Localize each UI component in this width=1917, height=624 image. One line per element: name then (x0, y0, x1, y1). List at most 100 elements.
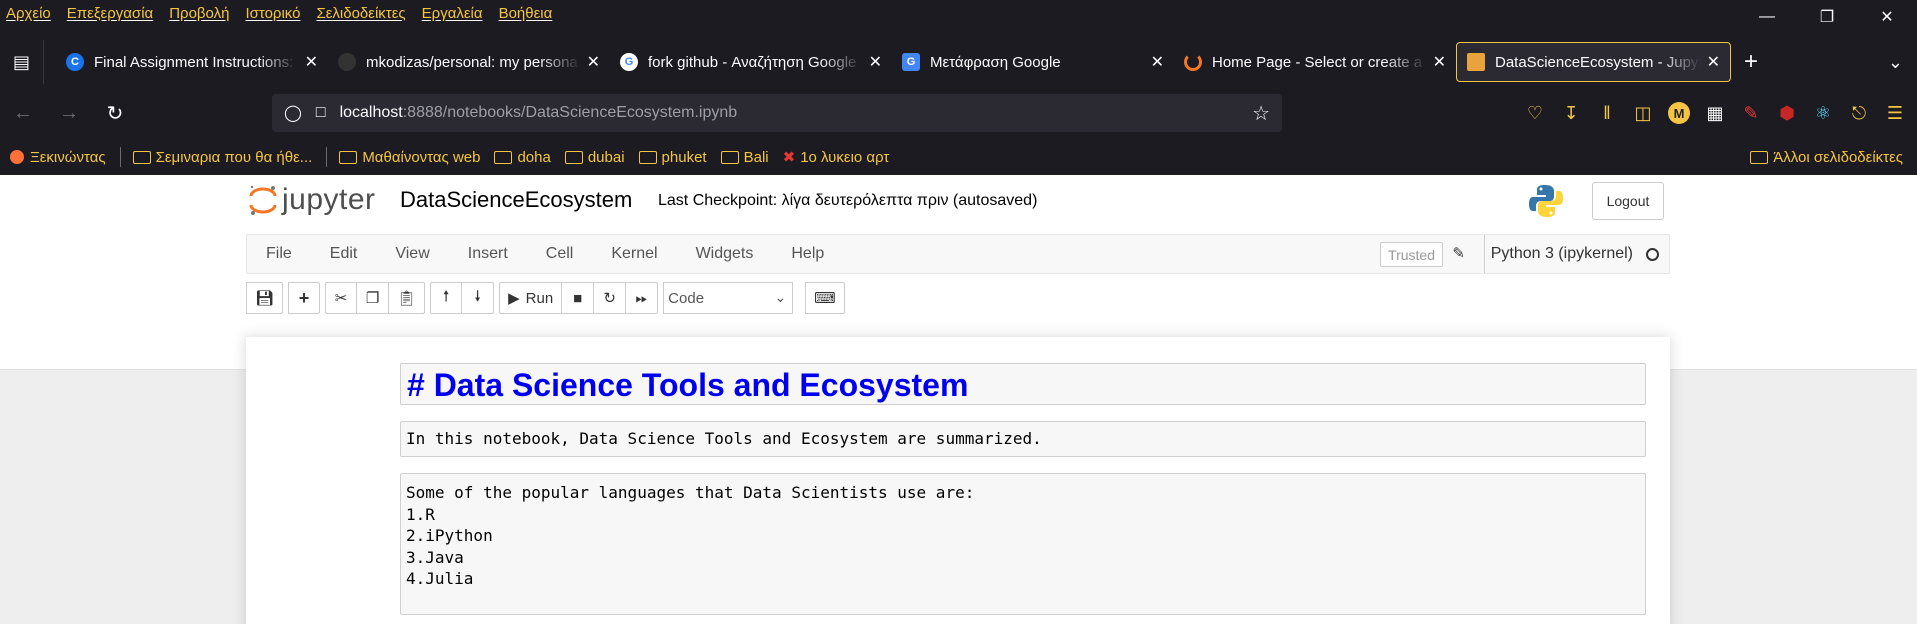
logout-button[interactable]: Logout (1592, 182, 1664, 220)
bookmark-folder-phuket[interactable]: phuket (638, 149, 707, 166)
menu-bookmarks[interactable]: Σελιδοδείκτες (316, 5, 405, 22)
cut-button[interactable]: ✂ (325, 282, 358, 314)
move-down-button[interactable]: 🠗 (462, 282, 495, 314)
nb-menu-view[interactable]: View (376, 245, 448, 263)
other-bookmarks[interactable]: Άλλοι σελιδοδείκτες (1750, 142, 1903, 172)
markdown-cell-languages[interactable]: Some of the popular languages that Data … (400, 473, 1646, 615)
extension-m-icon[interactable]: M (1668, 102, 1690, 124)
restore-icon[interactable]: ❐ (1797, 0, 1857, 34)
ublock-icon[interactable]: ⬢ (1769, 95, 1805, 131)
url-bar[interactable]: ◯ □ localhost:8888/notebooks/DataScience… (272, 94, 1282, 132)
reload-icon[interactable]: ↻ (92, 90, 138, 136)
intro-text: In this notebook, Data Science Tools and… (406, 429, 1042, 448)
jupyter-page: jupyter DataScienceEcosystem Last Checkp… (0, 175, 1917, 624)
notebook-container: # Data Science Tools and Ecosystem In th… (246, 337, 1670, 624)
save-button[interactable]: 💾︎ (246, 282, 284, 314)
jupyter-logo[interactable]: jupyter (248, 183, 376, 217)
bookmark-folder-web[interactable]: Μαθαίνοντας web (339, 149, 480, 166)
menu-history[interactable]: Ιστορικό (245, 5, 300, 22)
menu-help[interactable]: Βοήθεια (499, 5, 553, 22)
new-tab-icon[interactable]: + (1731, 48, 1771, 76)
page-icon[interactable]: □ (316, 104, 326, 122)
navigation-bar: ← → ↻ ◯ □ localhost:8888/notebooks/DataS… (0, 90, 1917, 136)
interrupt-button[interactable]: ■ (562, 282, 595, 314)
sidebar-icon[interactable]: ◫ (1625, 95, 1661, 131)
nb-menu-file[interactable]: File (247, 245, 311, 263)
back-icon[interactable]: ← (0, 90, 46, 136)
jupyter-logo-icon (249, 185, 277, 215)
jupyter-header: jupyter DataScienceEcosystem Last Checkp… (0, 175, 1917, 230)
bookmark-folder-doha[interactable]: doha (494, 149, 551, 166)
library-icon[interactable]: ‖ (1589, 95, 1625, 131)
nb-menu-cell[interactable]: Cell (527, 245, 593, 263)
markdown-cell-heading[interactable]: # Data Science Tools and Ecosystem (400, 363, 1646, 405)
nb-menu-insert[interactable]: Insert (449, 245, 527, 263)
downloads-icon[interactable]: ↧ (1553, 95, 1589, 131)
paste-button[interactable]: 📋︎ (389, 282, 426, 314)
heading-text: # Data Science Tools and Ecosystem (407, 367, 969, 403)
restart-run-all-button[interactable]: ⏩︎ (626, 282, 659, 314)
save-icon: 💾︎ (255, 290, 275, 307)
copy-button[interactable]: ❐ (357, 282, 390, 314)
paste-icon: 📋︎ (397, 290, 417, 307)
move-up-button[interactable]: 🠕 (430, 282, 463, 314)
arrow-up-icon: 🠕 (442, 287, 450, 305)
close-tab-icon[interactable]: ✕ (587, 52, 600, 72)
notebook-name[interactable]: DataScienceEcosystem (400, 187, 632, 213)
qr-code-icon[interactable]: ▦ (1697, 95, 1733, 131)
menu-tools[interactable]: Εργαλεία (422, 5, 483, 22)
chevron-down-icon: ⌄ (774, 289, 787, 305)
list-all-tabs-icon[interactable]: ⌄ (1888, 52, 1903, 73)
nb-menu-widgets[interactable]: Widgets (677, 245, 773, 263)
insert-cell-button[interactable]: + (288, 282, 321, 314)
nb-menu-edit[interactable]: Edit (311, 245, 377, 263)
menu-edit[interactable]: Επεξεργασία (67, 5, 153, 22)
fast-forward-icon: ⏩︎ (635, 289, 648, 307)
close-tab-icon[interactable]: ✕ (305, 52, 318, 72)
google-favicon-icon: G (620, 53, 638, 71)
minimize-icon[interactable]: — (1737, 0, 1797, 34)
extension-pen-icon[interactable]: ✎ (1733, 95, 1769, 131)
command-palette-button[interactable]: ⌨ (805, 282, 845, 314)
kernel-idle-indicator-icon (1646, 248, 1659, 261)
tab-google-search[interactable]: G fork github - Αναζήτηση Google ✕ (610, 42, 892, 82)
markdown-cell-intro[interactable]: In this notebook, Data Science Tools and… (400, 421, 1646, 457)
menu-view[interactable]: Προβολή (169, 5, 229, 22)
bookmark-lykeio[interactable]: ✖ 1ο λυκειο αρτ (783, 148, 890, 167)
shield-icon[interactable]: ◯ (284, 103, 302, 123)
trusted-indicator[interactable]: Trusted (1380, 242, 1443, 267)
bookmark-getting-started[interactable]: Ξεκινώντας (10, 149, 106, 166)
bookmark-folder-dubai[interactable]: dubai (564, 149, 625, 166)
close-tab-icon[interactable]: ✕ (1433, 52, 1446, 72)
bookmark-star-icon[interactable]: ☆ (1252, 101, 1270, 126)
close-tab-icon[interactable]: ✕ (1707, 52, 1720, 72)
firefox-view-icon[interactable]: ▤ (0, 40, 44, 84)
tab-google-translate[interactable]: G Μετάφραση Google ✕ (892, 42, 1174, 82)
close-tab-icon[interactable]: ✕ (1151, 52, 1164, 72)
nb-menu-help[interactable]: Help (772, 245, 843, 263)
languages-intro: Some of the popular languages that Data … (406, 483, 975, 502)
hamburger-menu-icon[interactable]: ☰ (1877, 95, 1913, 131)
bookmark-folder-seminars[interactable]: Σεμιναρια που θα ήθε... (132, 149, 312, 166)
restart-button[interactable]: ↻ (594, 282, 627, 314)
tab-datascience-notebook[interactable]: DataScienceEcosystem - Jupyter ✕ (1456, 42, 1731, 82)
copy-icon: ❐ (365, 290, 380, 307)
tab-github[interactable]: mkodizas/personal: my persona ✕ (328, 42, 610, 82)
notebook-menubar: File Edit View Insert Cell Kernel Widget… (246, 234, 1670, 274)
folder-icon (494, 150, 513, 164)
close-tab-icon[interactable]: ✕ (869, 52, 882, 72)
bookmark-separator (119, 147, 121, 167)
forward-icon[interactable]: → (46, 90, 92, 136)
tab-final-assignment[interactable]: C Final Assignment Instructions: C ✕ (56, 42, 328, 82)
tab-jupyter-home[interactable]: Home Page - Select or create a ✕ (1174, 42, 1456, 82)
nb-menu-kernel[interactable]: Kernel (592, 245, 676, 263)
run-button[interactable]: ▶ Run (499, 282, 563, 314)
bookmark-folder-bali[interactable]: Bali (720, 149, 769, 166)
menu-file[interactable]: Αρχείο (6, 5, 51, 22)
react-devtools-icon[interactable]: ⚛ (1805, 95, 1841, 131)
kernel-name[interactable]: Python 3 (ipykernel) (1483, 235, 1633, 273)
close-window-icon[interactable]: ✕ (1857, 0, 1917, 34)
pocket-icon[interactable]: ♡ (1517, 95, 1553, 131)
cell-type-select[interactable]: Code ⌄ (663, 282, 794, 314)
extensions-icon[interactable]: ⎋ (1841, 95, 1877, 131)
